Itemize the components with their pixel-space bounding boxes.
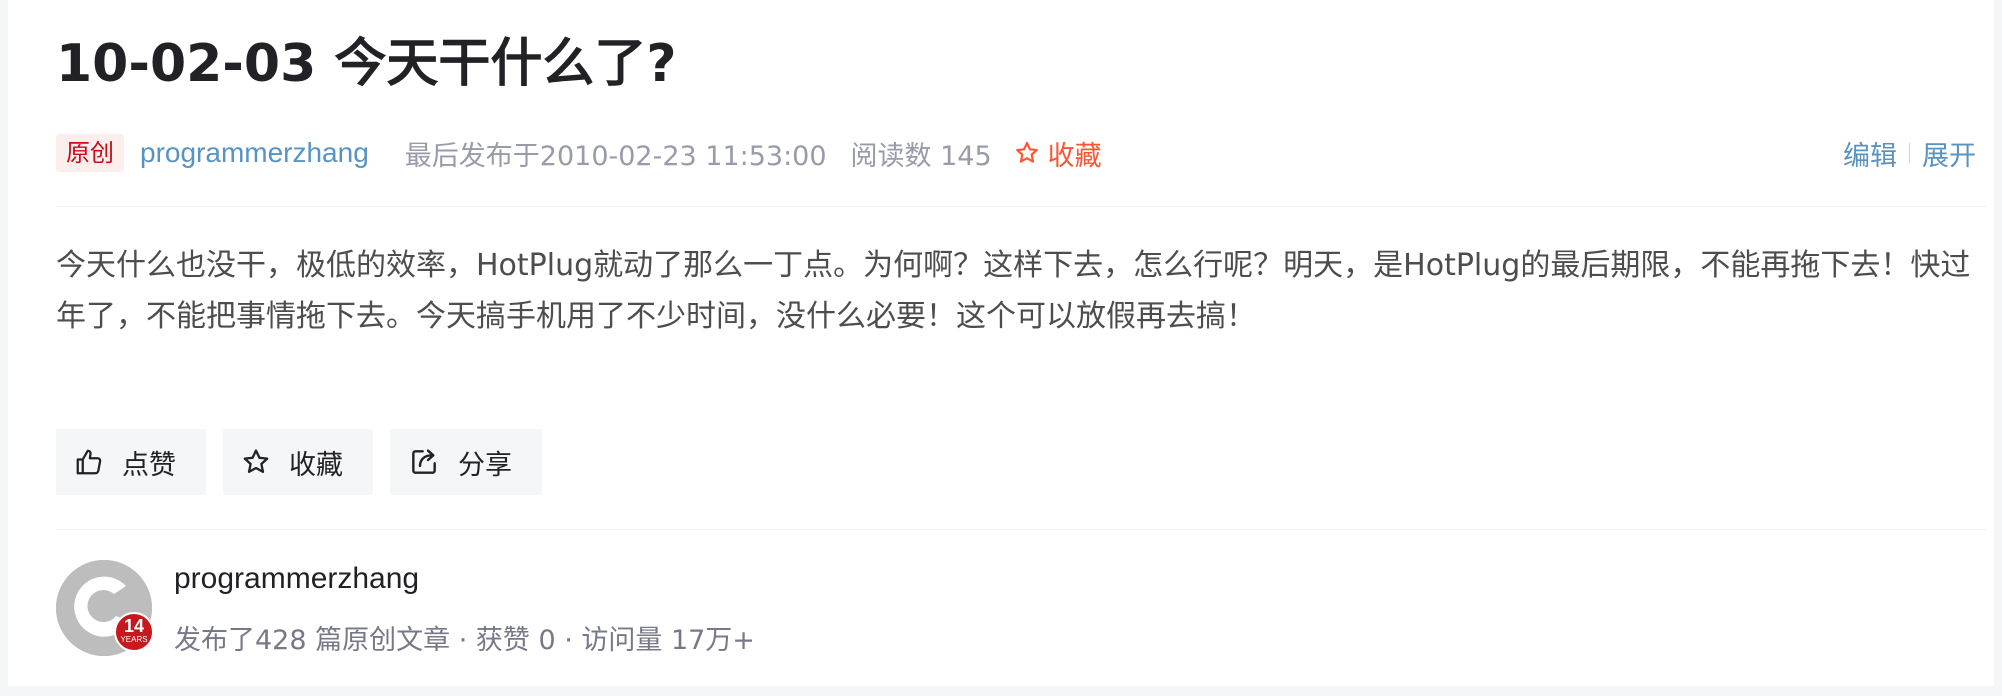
- read-count: 阅读数 145: [850, 140, 992, 172]
- article-title: 10-02-03 今天干什么了?: [56, 34, 677, 94]
- like-button[interactable]: 点赞: [56, 429, 206, 495]
- favorite-button-label: 收藏: [289, 449, 343, 481]
- thumbs-up-icon: [76, 449, 102, 475]
- star-outline-icon: [243, 449, 269, 473]
- article-tools: 编辑 展开: [1843, 130, 1976, 176]
- profile-stats: 发布了428 篇原创文章 · 获赞 0 · 访问量 17万+: [174, 625, 755, 656]
- edit-link[interactable]: 编辑: [1843, 134, 1897, 173]
- favorite-button[interactable]: 收藏: [223, 429, 373, 495]
- star-outline-icon: [1015, 141, 1038, 163]
- share-label: 分享: [458, 449, 512, 481]
- article-card: 10-02-03 今天干什么了? 原创 programmerzhang 最后发布…: [8, 0, 1994, 686]
- author-link[interactable]: programmerzhang: [140, 137, 369, 169]
- actions-divider: [56, 529, 1986, 530]
- share-button[interactable]: 分享: [390, 429, 542, 495]
- expand-link[interactable]: 展开: [1922, 134, 1976, 173]
- article-meta: 原创 programmerzhang 最后发布于2010-02-23 11:53…: [56, 130, 1976, 176]
- years-badge: 14 YEARS: [114, 612, 154, 652]
- years-label: YEARS: [120, 635, 148, 644]
- publish-time: 最后发布于2010-02-23 11:53:00: [404, 140, 827, 172]
- meta-divider: [56, 206, 1986, 207]
- profile-name[interactable]: programmerzhang: [174, 562, 419, 596]
- favorite-label: 收藏: [1047, 140, 1102, 172]
- like-label: 点赞: [122, 449, 176, 481]
- article-body: 今天什么也没干，极低的效率，HotPlug就动了那么一丁点。为何啊？这样下去，怎…: [56, 248, 1971, 334]
- tools-separator: [1909, 143, 1910, 163]
- avatar[interactable]: 14 YEARS: [56, 560, 154, 656]
- original-badge: 原创: [56, 134, 124, 172]
- share-icon: [412, 449, 436, 474]
- action-bar: 点赞 收藏 分享: [56, 429, 559, 495]
- years-number: 14: [123, 616, 145, 636]
- favorite-link[interactable]: 收藏: [1014, 134, 1102, 173]
